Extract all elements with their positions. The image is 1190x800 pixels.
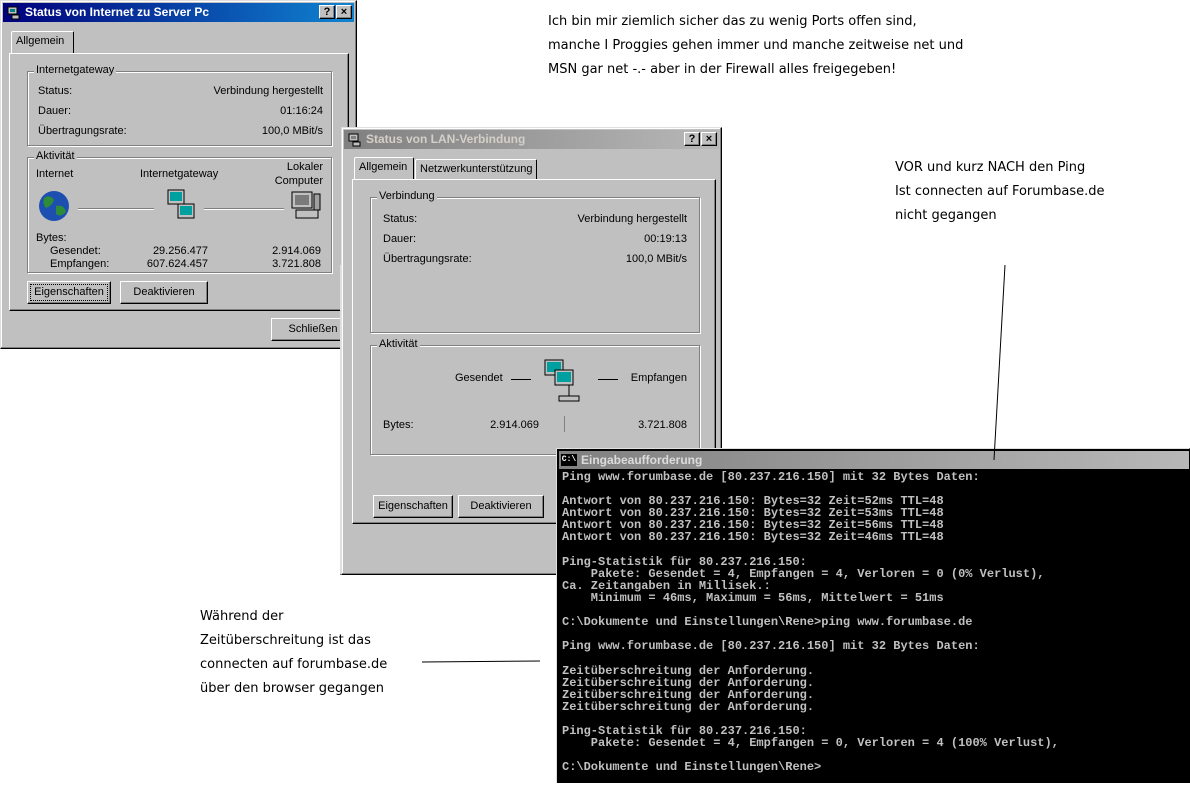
duration-value: 01:16:24 (280, 105, 323, 117)
annotation-underline (422, 660, 541, 663)
annotation-line: MSN gar net -.- aber in der Firewall all… (548, 62, 897, 77)
annotation-line: Zeitüberschreitung ist das (200, 633, 371, 648)
annotation-line: Ich bin mir ziemlich sicher das zu wenig… (548, 14, 917, 29)
console-line: Minimum = 46ms, Maximum = 56ms, Mittelwe… (562, 590, 944, 605)
sent-local-value: 2.914.069 (272, 245, 321, 257)
network-icon (7, 6, 20, 20)
console-line: Zeitüberschreitung der Anforderung. (562, 675, 815, 690)
deactivate-button[interactable]: Deaktivieren (120, 281, 208, 304)
bytes-received-value: 3.721.808 (638, 419, 687, 431)
close-button[interactable]: × (336, 5, 352, 19)
command-prompt-window: C:\ Eingabeaufforderung Ping www.forumba… (556, 448, 1190, 783)
bytes-label: Bytes: (383, 419, 414, 431)
rate-value: 100,0 MBit/s (261, 125, 323, 137)
console-line: Ping www.forumbase.de [80.237.216.150] m… (562, 639, 980, 654)
timeout-annotation: Während der Zeitüberschreitung ist das con… (200, 605, 387, 701)
network-icon (348, 133, 361, 147)
lan-dialog-title: Status von LAN-Verbindung (366, 132, 526, 146)
sent-label: Gesendet (455, 372, 503, 384)
recv-internet-value: 607.624.457 (146, 258, 208, 270)
console-line: C:\Dokumente und Einstellungen\Rene> (562, 760, 822, 775)
tab-network-support[interactable]: Netzwerkunterstützung (415, 159, 537, 179)
console-titlebar[interactable]: C:\ Eingabeaufforderung (559, 451, 1189, 469)
connection-group: Verbindung Status: Verbindung hergestell… (370, 190, 700, 333)
status-value: Verbindung hergestellt (213, 85, 323, 97)
deactivate-button[interactable]: Deaktivieren (458, 495, 544, 518)
lan-dialog-titlebar[interactable]: Status von LAN-Verbindung ? × (344, 130, 719, 149)
console-line: Zeitüberschreitung der Anforderung. (562, 699, 815, 714)
link-line-1 (78, 208, 154, 210)
top-annotation: Ich bin mir ziemlich sicher das zu wenig… (548, 10, 963, 82)
col-local-1: Lokaler (286, 161, 323, 173)
close-button[interactable]: × (701, 132, 717, 146)
internet-dialog-title: Status von Internet zu Server Pc (25, 5, 210, 19)
sent-label: Gesendet: (50, 245, 101, 257)
rate-label: Übertragungsrate: (383, 253, 472, 265)
sent-internet-value: 29.256.477 (152, 245, 208, 257)
duration-label: Dauer: (38, 105, 72, 117)
internet-dialog-titlebar[interactable]: Status von Internet zu Server Pc ? × (3, 3, 354, 22)
console-line: Zeitüberschreitung der Anforderung. (562, 687, 815, 702)
console-app-icon: C:\ (561, 454, 577, 466)
status-label: Status: (38, 85, 73, 97)
received-label: Empfangen (630, 372, 687, 384)
col-local-2: Computer (274, 175, 323, 187)
activity-group: Aktivität Gesendet Empfangen Bytes: 2.91… (370, 338, 700, 455)
rate-label: Übertragungsrate: (38, 125, 127, 137)
activity-group-label: Aktivität (377, 338, 420, 350)
general-panel: Internetgateway Status: Verbindung herge… (9, 53, 349, 311)
bytes-label: Bytes: (36, 232, 67, 244)
console-line: Ping-Statistik für 80.237.216.150: (562, 554, 807, 569)
link-line-2 (204, 208, 284, 210)
status-value: Verbindung hergestellt (577, 213, 687, 225)
duration-value: 00:19:13 (644, 233, 687, 245)
annotation-line: über den browser gegangen (200, 681, 384, 696)
bytes-sent-value: 2.914.069 (490, 419, 539, 431)
recv-label: Empfangen: (50, 258, 110, 270)
lan-computers-icon (544, 359, 580, 402)
gateway-computer-icon (167, 189, 195, 219)
recv-local-value: 3.721.808 (272, 258, 321, 270)
annotation-line: Während der (200, 609, 284, 624)
gateway-group-label: Internetgateway (34, 64, 117, 76)
annotation-line: connecten auf forumbase.de (200, 657, 388, 672)
console-line: Pakete: Gesendet = 4, Empfangen = 0, Ver… (562, 736, 1059, 751)
help-button[interactable]: ? (684, 132, 700, 146)
help-button[interactable]: ? (319, 5, 335, 19)
annotation-line: nicht gegangen (895, 208, 997, 223)
properties-button[interactable]: Eigenschaften (27, 281, 111, 304)
annotation-line: Ist connecten auf Forumbase.de (895, 184, 1105, 199)
internet-status-dialog: Status von Internet zu Server Pc ? × All… (0, 0, 357, 349)
tab-general[interactable]: Allgemein (11, 31, 74, 53)
console-line: Ping www.forumbase.de [80.237.216.150] m… (562, 471, 980, 484)
activity-group: Aktivität Internet Internetgateway Lokal… (27, 150, 332, 273)
col-internet: Internet (36, 168, 74, 180)
received-line (598, 379, 618, 380)
gateway-group: Internetgateway Status: Verbindung herge… (27, 64, 332, 146)
annotation-line: manche I Proggies gehen immer und manche… (548, 38, 964, 53)
rate-value: 100,0 MBit/s (625, 253, 687, 265)
local-computer-icon (291, 191, 321, 219)
annotation-line: VOR und kurz NACH den Ping (895, 160, 1086, 175)
ping-annotation: VOR und kurz NACH den Ping Ist connecten … (895, 156, 1105, 228)
duration-label: Dauer: (383, 233, 417, 245)
console-line: Zeitüberschreitung der Anforderung. (562, 663, 815, 678)
bytes-divider (564, 416, 565, 432)
console-output[interactable]: Ping www.forumbase.de [80.237.216.150] m… (562, 471, 1189, 783)
console-line: Antwort von 80.237.216.150: Bytes=32 Zei… (562, 530, 944, 545)
status-label: Status: (383, 213, 418, 225)
properties-button[interactable]: Eigenschaften (373, 495, 453, 518)
annotation-pointer-line (993, 265, 1006, 461)
console-title: Eingabeaufforderung (581, 453, 703, 467)
connection-group-label: Verbindung (377, 190, 437, 202)
tab-general[interactable]: Allgemein (354, 157, 414, 179)
col-gateway: Internetgateway (140, 168, 219, 180)
globe-icon (39, 191, 69, 221)
sent-line (511, 379, 531, 380)
activity-group-label: Aktivität (34, 150, 77, 162)
console-line: C:\Dokumente und Einstellungen\Rene>ping… (562, 615, 973, 630)
